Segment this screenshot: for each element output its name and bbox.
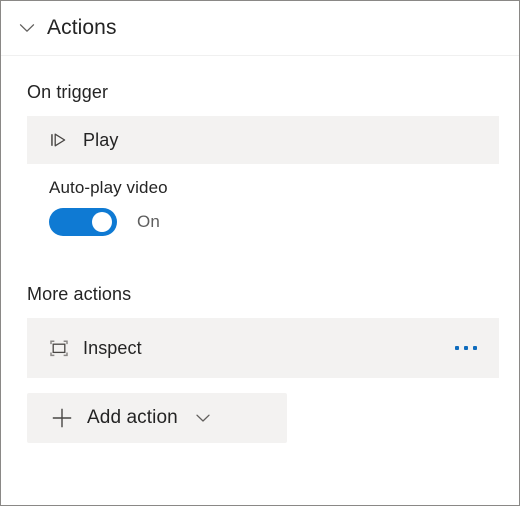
- add-action-label: Add action: [87, 407, 178, 428]
- page-title: Actions: [47, 16, 117, 39]
- section-label-more-actions: More actions: [27, 284, 132, 304]
- auto-play-video-toggle-state: On: [137, 212, 160, 231]
- plus-icon: [49, 405, 75, 431]
- actions-panel-body: On trigger Play Auto-play video On More …: [1, 82, 519, 443]
- auto-play-video-label: Auto-play video: [49, 178, 168, 197]
- inspect-frame-icon: [47, 336, 71, 360]
- play-from-start-icon: [47, 128, 71, 152]
- actions-panel-header[interactable]: Actions: [1, 1, 519, 56]
- ellipsis-dot: [473, 346, 477, 350]
- auto-play-video-toggle[interactable]: [49, 208, 117, 236]
- action-row-inspect-title: Inspect: [83, 337, 142, 358]
- action-card-play-title: Play: [83, 129, 119, 150]
- add-action-button[interactable]: Add action: [27, 393, 287, 443]
- chevron-down-icon[interactable]: [14, 15, 40, 41]
- ellipsis-icon[interactable]: [453, 340, 479, 356]
- toggle-knob: [92, 212, 112, 232]
- action-card-play-body: Auto-play video On: [27, 164, 499, 258]
- actions-panel: Actions On trigger Play Auto-play video: [0, 0, 520, 506]
- chevron-down-icon[interactable]: [192, 407, 214, 429]
- auto-play-video-toggle-row: On: [49, 208, 499, 236]
- action-card-play: Play Auto-play video On: [27, 116, 499, 258]
- ellipsis-dot: [464, 346, 468, 350]
- ellipsis-dot: [455, 346, 459, 350]
- action-row-inspect[interactable]: Inspect: [27, 318, 499, 378]
- action-card-play-header[interactable]: Play: [27, 116, 499, 164]
- section-label-on-trigger: On trigger: [27, 82, 109, 102]
